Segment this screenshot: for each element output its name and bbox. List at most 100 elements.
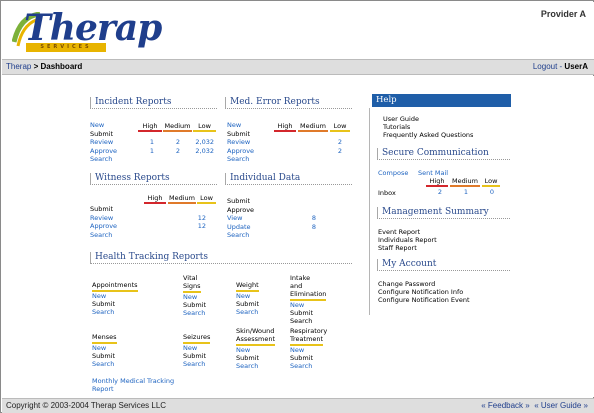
witness-search-link[interactable]: Search — [90, 231, 117, 240]
individual-view-link[interactable]: View — [227, 214, 254, 223]
help-header: Help — [372, 94, 511, 107]
help-links: User Guide Tutorials Frequently Asked Qu… — [383, 115, 473, 139]
incident-high-header: High — [138, 122, 162, 132]
appointments-group: Appointments New Submit Search — [92, 281, 138, 316]
individual-update-count[interactable]: 8 — [304, 223, 316, 232]
account-links: Change Password Configure Notification I… — [378, 280, 470, 304]
individual-data-title: Individual Data — [225, 173, 352, 185]
sent-mail-link[interactable]: Sent Mail — [418, 169, 448, 177]
med-error-reports-title: Med. Error Reports — [225, 97, 352, 109]
vital-signs-search-link[interactable]: Search — [183, 309, 206, 317]
intake-title-line2: and — [290, 282, 303, 290]
respiratory-group: Respiratory Treatment New Submit Search — [290, 327, 327, 370]
incident-review-high[interactable]: 1 — [142, 138, 154, 147]
menses-title: Menses — [92, 333, 117, 344]
witness-submit-label: Submit — [90, 205, 114, 213]
intake-search-label: Search — [290, 317, 313, 325]
weight-title: Weight — [236, 281, 259, 292]
menses-new-link[interactable]: New — [92, 344, 117, 352]
help-tutorials[interactable]: Tutorials — [383, 123, 473, 131]
skin-wound-group: Skin/Wound Assessment New Submit Search — [236, 327, 275, 370]
help-faq[interactable]: Frequently Asked Questions — [383, 131, 473, 139]
witness-review-low[interactable]: 12 — [192, 214, 206, 223]
individual-search-link[interactable]: Search — [227, 231, 254, 240]
incident-approve-high[interactable]: 1 — [142, 147, 154, 156]
incident-approve-link[interactable]: Approve — [90, 147, 117, 156]
witness-low-header: Low — [197, 194, 216, 204]
witness-medium-header: Medium — [168, 194, 196, 204]
seizures-search-link[interactable]: Search — [183, 360, 210, 368]
menses-search-link[interactable]: Search — [92, 360, 117, 368]
seizures-group: Seizures New Submit Search — [183, 333, 211, 368]
seizures-new-link[interactable]: New — [183, 344, 210, 352]
incident-medium-header: Medium — [163, 122, 192, 132]
respiratory-search-link[interactable]: Search — [290, 362, 327, 370]
mederr-approve-link[interactable]: Approve — [227, 147, 254, 156]
feedback-link[interactable]: « Feedback » — [481, 401, 529, 410]
individual-update-link[interactable]: Update — [227, 223, 254, 232]
logo-services-band: SERVICES — [26, 43, 106, 52]
incident-approve-low[interactable]: 2,032 — [190, 147, 214, 156]
witness-approve-low[interactable]: 12 — [192, 222, 206, 231]
appointments-submit-label: Submit — [92, 300, 116, 308]
vital-signs-new-link[interactable]: New — [183, 293, 206, 301]
skin-wound-search-link[interactable]: Search — [236, 362, 275, 370]
compose-link[interactable]: Compose — [378, 169, 408, 177]
respiratory-title-line2: Treatment — [290, 335, 324, 346]
secure-high-header: High — [426, 177, 448, 187]
individual-view-count[interactable]: 8 — [304, 214, 316, 223]
configure-notification-event-link[interactable]: Configure Notification Event — [378, 296, 470, 304]
seizures-submit-label: Submit — [183, 352, 207, 360]
witness-review-link[interactable]: Review — [90, 214, 117, 223]
mederr-new-link[interactable]: New — [227, 121, 254, 130]
vital-signs-submit-label: Submit — [183, 301, 207, 309]
mederr-low-header: Low — [330, 122, 350, 132]
copyright: Copyright © 2003-2004 Therap Services LL… — [6, 401, 167, 410]
incident-new-link[interactable]: New — [90, 121, 117, 130]
mederr-review-low[interactable]: 2 — [328, 138, 342, 147]
help-user-guide[interactable]: User Guide — [383, 115, 473, 123]
weight-submit-label: Submit — [236, 300, 260, 308]
incident-review-low[interactable]: 2,032 — [190, 138, 214, 147]
therap-logo[interactable]: Therap SERVICES — [12, 8, 162, 52]
monthly-tracking-link[interactable]: Monthly Medical Tracking Report — [92, 377, 174, 393]
change-password-link[interactable]: Change Password — [378, 280, 470, 288]
mederr-approve-low[interactable]: 2 — [328, 147, 342, 156]
footer: Copyright © 2003-2004 Therap Services LL… — [2, 398, 594, 413]
incident-low-header: Low — [193, 122, 216, 132]
my-account-title: My Account — [377, 259, 510, 271]
logo-wordmark: Therap — [24, 7, 162, 49]
management-summary-title: Management Summary — [377, 207, 510, 219]
weight-search-link[interactable]: Search — [236, 308, 259, 316]
mederr-review-link[interactable]: Review — [227, 138, 254, 147]
breadcrumb-current: Dashboard — [40, 62, 83, 71]
respiratory-new-link[interactable]: New — [290, 346, 327, 354]
incident-review-medium[interactable]: 2 — [168, 138, 180, 147]
intake-new-link[interactable]: New — [290, 301, 326, 309]
logout-area: Logout - UserA — [533, 60, 588, 74]
menses-group: Menses New Submit Search — [92, 333, 117, 368]
skin-wound-new-link[interactable]: New — [236, 346, 275, 354]
individuals-report-link[interactable]: Individuals Report — [378, 236, 437, 244]
nav-bar: Therap > Dashboard Logout - UserA — [2, 59, 594, 75]
monthly-tracking-line1: Monthly Medical Tracking — [92, 377, 175, 385]
inbox-medium-count[interactable]: 1 — [458, 188, 468, 197]
individual-submit-label: Submit — [227, 197, 251, 205]
logout-link[interactable]: Logout — [533, 62, 557, 71]
appointments-search-link[interactable]: Search — [92, 308, 138, 316]
inbox-high-count[interactable]: 2 — [430, 188, 442, 197]
breadcrumb-home-link[interactable]: Therap — [6, 62, 31, 71]
appointments-new-link[interactable]: New — [92, 292, 138, 300]
incident-review-link[interactable]: Review — [90, 138, 117, 147]
configure-notification-info-link[interactable]: Configure Notification Info — [378, 288, 470, 296]
mederr-search-link[interactable]: Search — [227, 155, 254, 164]
vital-signs-title-line1: Vital — [183, 274, 198, 282]
event-report-link[interactable]: Event Report — [378, 228, 437, 236]
incident-search-link[interactable]: Search — [90, 155, 117, 164]
incident-approve-medium[interactable]: 2 — [168, 147, 180, 156]
witness-approve-link[interactable]: Approve — [90, 222, 117, 231]
staff-report-link[interactable]: Staff Report — [378, 244, 437, 252]
weight-new-link[interactable]: New — [236, 292, 259, 300]
inbox-low-count[interactable]: 0 — [484, 188, 494, 197]
user-guide-footer-link[interactable]: « User Guide » — [534, 401, 588, 410]
